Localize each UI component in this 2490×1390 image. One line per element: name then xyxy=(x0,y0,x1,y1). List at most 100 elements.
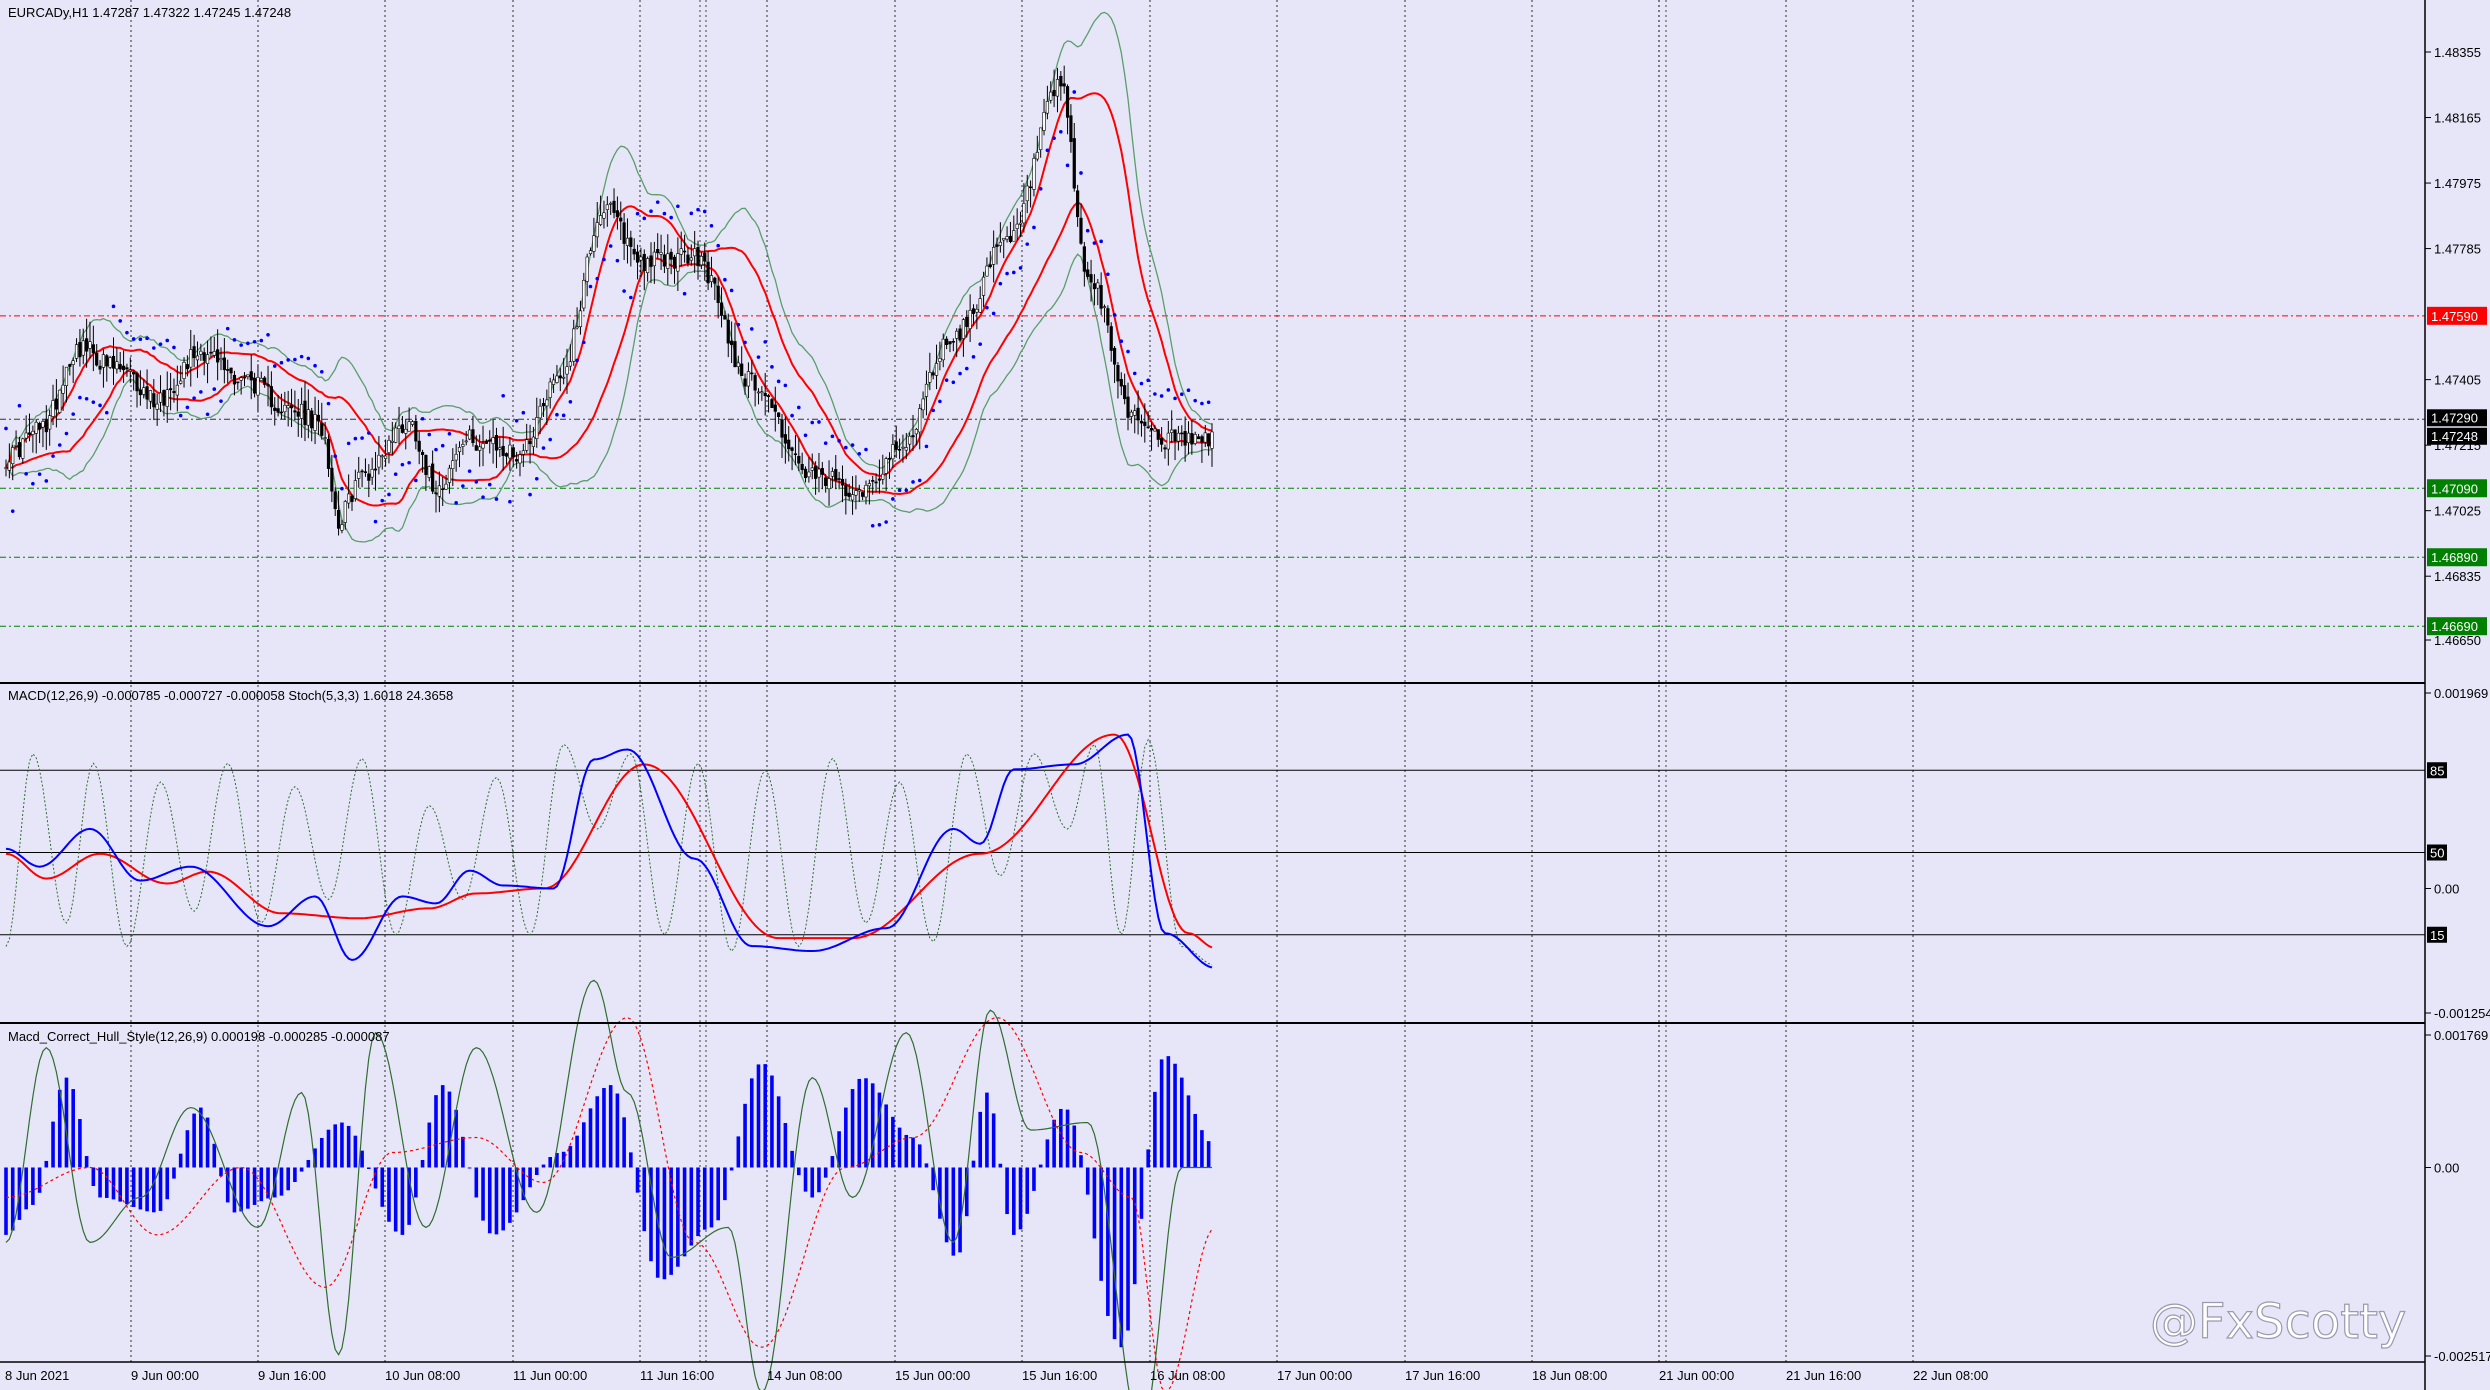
candle[interactable] xyxy=(316,414,321,422)
candle[interactable] xyxy=(1207,433,1211,447)
candle[interactable] xyxy=(145,386,149,400)
candle[interactable] xyxy=(88,341,92,349)
candle[interactable] xyxy=(884,458,888,474)
candle[interactable] xyxy=(451,460,455,470)
candle[interactable] xyxy=(155,403,159,410)
candle[interactable] xyxy=(1166,432,1170,450)
candle[interactable] xyxy=(787,439,791,450)
candle[interactable] xyxy=(1186,432,1191,444)
candle[interactable] xyxy=(951,341,955,343)
candle[interactable] xyxy=(528,440,532,445)
candle[interactable] xyxy=(226,369,230,371)
candle[interactable] xyxy=(592,235,596,252)
candle[interactable] xyxy=(676,253,680,272)
candle[interactable] xyxy=(1089,274,1093,283)
candle[interactable] xyxy=(548,381,552,398)
candle[interactable] xyxy=(1196,436,1201,440)
candle[interactable] xyxy=(118,364,122,370)
candle[interactable] xyxy=(4,467,8,469)
candle[interactable] xyxy=(488,439,492,442)
candle[interactable] xyxy=(98,365,102,370)
candle[interactable] xyxy=(649,255,653,267)
candle[interactable] xyxy=(404,428,408,434)
candle[interactable] xyxy=(333,491,337,510)
candle[interactable] xyxy=(353,480,357,499)
candle[interactable] xyxy=(555,375,559,383)
candle[interactable] xyxy=(377,454,381,468)
candle[interactable] xyxy=(263,377,267,385)
candle[interactable] xyxy=(531,436,536,447)
candle[interactable] xyxy=(1092,283,1097,290)
candle[interactable] xyxy=(1059,75,1063,87)
candle[interactable] xyxy=(1210,431,1214,449)
candle[interactable] xyxy=(1119,379,1123,387)
candle[interactable] xyxy=(1028,186,1033,189)
candle[interactable] xyxy=(669,251,673,260)
candle[interactable] xyxy=(111,355,116,369)
candle[interactable] xyxy=(293,410,297,413)
candle[interactable] xyxy=(810,467,814,471)
candle[interactable] xyxy=(615,210,619,217)
candle[interactable] xyxy=(108,357,112,368)
candle[interactable] xyxy=(945,338,949,345)
candle[interactable] xyxy=(1136,407,1140,421)
candle[interactable] xyxy=(696,247,700,267)
candle[interactable] xyxy=(457,447,462,453)
candle[interactable] xyxy=(595,222,599,238)
candle[interactable] xyxy=(797,455,801,464)
candle[interactable] xyxy=(390,440,394,443)
candle[interactable] xyxy=(1062,83,1066,87)
candle[interactable] xyxy=(74,344,79,359)
candle[interactable] xyxy=(189,349,193,368)
candle[interactable] xyxy=(101,354,106,368)
candle[interactable] xyxy=(1156,429,1160,440)
candle[interactable] xyxy=(303,400,307,426)
candle[interactable] xyxy=(746,371,751,387)
candle[interactable] xyxy=(195,355,200,361)
candle[interactable] xyxy=(726,319,730,344)
candle[interactable] xyxy=(236,381,240,384)
candle[interactable] xyxy=(273,407,277,411)
candle[interactable] xyxy=(750,372,754,375)
candle[interactable] xyxy=(179,380,183,384)
candle[interactable] xyxy=(1143,421,1147,426)
candle[interactable] xyxy=(659,252,663,255)
candle[interactable] xyxy=(17,442,22,458)
candle[interactable] xyxy=(357,471,361,479)
candle[interactable] xyxy=(1002,237,1006,241)
candle[interactable] xyxy=(854,490,858,496)
candle[interactable] xyxy=(367,473,371,481)
candle[interactable] xyxy=(397,425,401,429)
candle[interactable] xyxy=(363,471,368,473)
candle[interactable] xyxy=(78,342,82,358)
candle[interactable] xyxy=(152,393,156,408)
candle[interactable] xyxy=(1032,158,1036,190)
candle[interactable] xyxy=(481,443,485,449)
candle[interactable] xyxy=(743,378,747,387)
candle[interactable] xyxy=(246,374,250,378)
candle[interactable] xyxy=(871,480,875,482)
candle[interactable] xyxy=(978,298,982,313)
candle[interactable] xyxy=(1153,428,1157,432)
candle[interactable] xyxy=(894,441,898,450)
candle[interactable] xyxy=(1012,230,1016,242)
candle[interactable] xyxy=(625,237,630,246)
candle[interactable] xyxy=(941,338,945,361)
candle[interactable] xyxy=(588,250,593,255)
candle[interactable] xyxy=(1193,434,1197,444)
candle[interactable] xyxy=(938,358,942,363)
candle[interactable] xyxy=(1076,190,1080,218)
candle[interactable] xyxy=(1072,138,1076,189)
candle[interactable] xyxy=(837,478,841,480)
candle[interactable] xyxy=(995,244,999,247)
candle[interactable] xyxy=(461,444,465,447)
candle[interactable] xyxy=(81,340,85,356)
candle[interactable] xyxy=(1129,411,1133,417)
candle[interactable] xyxy=(105,355,109,367)
candle[interactable] xyxy=(1139,420,1144,424)
candle[interactable] xyxy=(1109,326,1113,351)
candle[interactable] xyxy=(1133,410,1137,416)
candle[interactable] xyxy=(95,352,99,366)
candle[interactable] xyxy=(185,364,190,370)
candle[interactable] xyxy=(424,455,428,475)
